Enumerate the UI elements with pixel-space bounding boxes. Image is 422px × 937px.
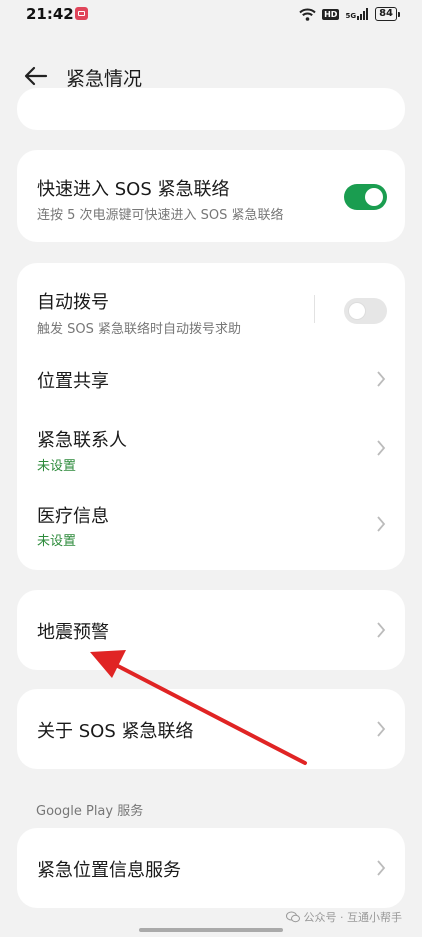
- watermark: 公众号 · 互通小帮手: [285, 909, 403, 925]
- chevron-right-icon: [377, 860, 386, 876]
- signal-label: 5G: [345, 12, 357, 20]
- wifi-icon: [299, 8, 316, 21]
- about-sos-title: 关于 SOS 紧急联络: [37, 721, 194, 742]
- chevron-right-icon: [377, 440, 386, 456]
- earthquake-warning-title: 地震预警: [37, 622, 109, 643]
- previous-card: [17, 88, 405, 130]
- emergency-location-row[interactable]: 紧急位置信息服务: [17, 828, 405, 908]
- emergency-location-card: 紧急位置信息服务: [17, 828, 405, 908]
- emergency-contacts-title: 紧急联系人: [37, 430, 127, 451]
- chevron-right-icon: [377, 516, 386, 532]
- auto-dial-title: 自动拨号: [37, 292, 109, 313]
- chevron-right-icon: [377, 371, 386, 387]
- earthquake-warning-card: 地震预警: [17, 590, 405, 670]
- page-title: 紧急情况: [66, 68, 143, 90]
- quick-sos-row[interactable]: 快速进入 SOS 紧急联络 连按 5 次电源键可快速进入 SOS 紧急联络: [17, 150, 405, 242]
- emergency-settings-card: 自动拨号 触发 SOS 紧急联络时自动拨号求助 位置共享 紧急联系人 未设置 医…: [17, 263, 405, 570]
- back-arrow-icon[interactable]: [22, 64, 50, 88]
- medical-info-title: 医疗信息: [37, 506, 109, 527]
- about-sos-card: 关于 SOS 紧急联络: [17, 689, 405, 769]
- chevron-right-icon: [377, 721, 386, 737]
- home-indicator[interactable]: [139, 928, 283, 932]
- cellular-signal-icon: 5G: [345, 8, 369, 20]
- earthquake-warning-row[interactable]: 地震预警: [17, 590, 405, 670]
- quick-sos-toggle[interactable]: [344, 184, 387, 210]
- wechat-icon: [285, 911, 300, 923]
- auto-dial-toggle[interactable]: [344, 298, 387, 324]
- emergency-location-title: 紧急位置信息服务: [37, 860, 181, 881]
- chevron-right-icon: [377, 622, 386, 638]
- status-icons: HD 5G 84: [299, 5, 400, 23]
- battery-level: 84: [375, 7, 397, 21]
- location-share-row[interactable]: 位置共享: [17, 349, 405, 409]
- status-bar: 21:42 HD 5G 84: [0, 0, 422, 30]
- about-sos-row[interactable]: 关于 SOS 紧急联络: [17, 689, 405, 769]
- google-play-section-label: Google Play 服务: [36, 804, 144, 819]
- auto-dial-row[interactable]: 自动拨号 触发 SOS 紧急联络时自动拨号求助: [17, 263, 405, 349]
- battery-icon: 84: [375, 7, 400, 21]
- quick-sos-title: 快速进入 SOS 紧急联络: [37, 179, 230, 200]
- status-time: 21:42: [26, 5, 74, 23]
- quick-sos-subtitle: 连按 5 次电源键可快速进入 SOS 紧急联络: [37, 208, 284, 223]
- medical-info-status: 未设置: [37, 534, 77, 549]
- emergency-contacts-row[interactable]: 紧急联系人 未设置: [17, 409, 405, 485]
- emergency-contacts-status: 未设置: [37, 459, 77, 474]
- row-divider: [314, 295, 315, 323]
- location-share-title: 位置共享: [37, 371, 109, 392]
- medical-info-row[interactable]: 医疗信息 未设置: [17, 485, 405, 561]
- auto-dial-subtitle: 触发 SOS 紧急联络时自动拨号求助: [37, 322, 242, 337]
- hd-badge: HD: [322, 8, 340, 20]
- watermark-text: 公众号 · 互通小帮手: [303, 911, 403, 924]
- quick-sos-card: 快速进入 SOS 紧急联络 连按 5 次电源键可快速进入 SOS 紧急联络: [17, 150, 405, 242]
- notification-app-icon: [75, 7, 88, 20]
